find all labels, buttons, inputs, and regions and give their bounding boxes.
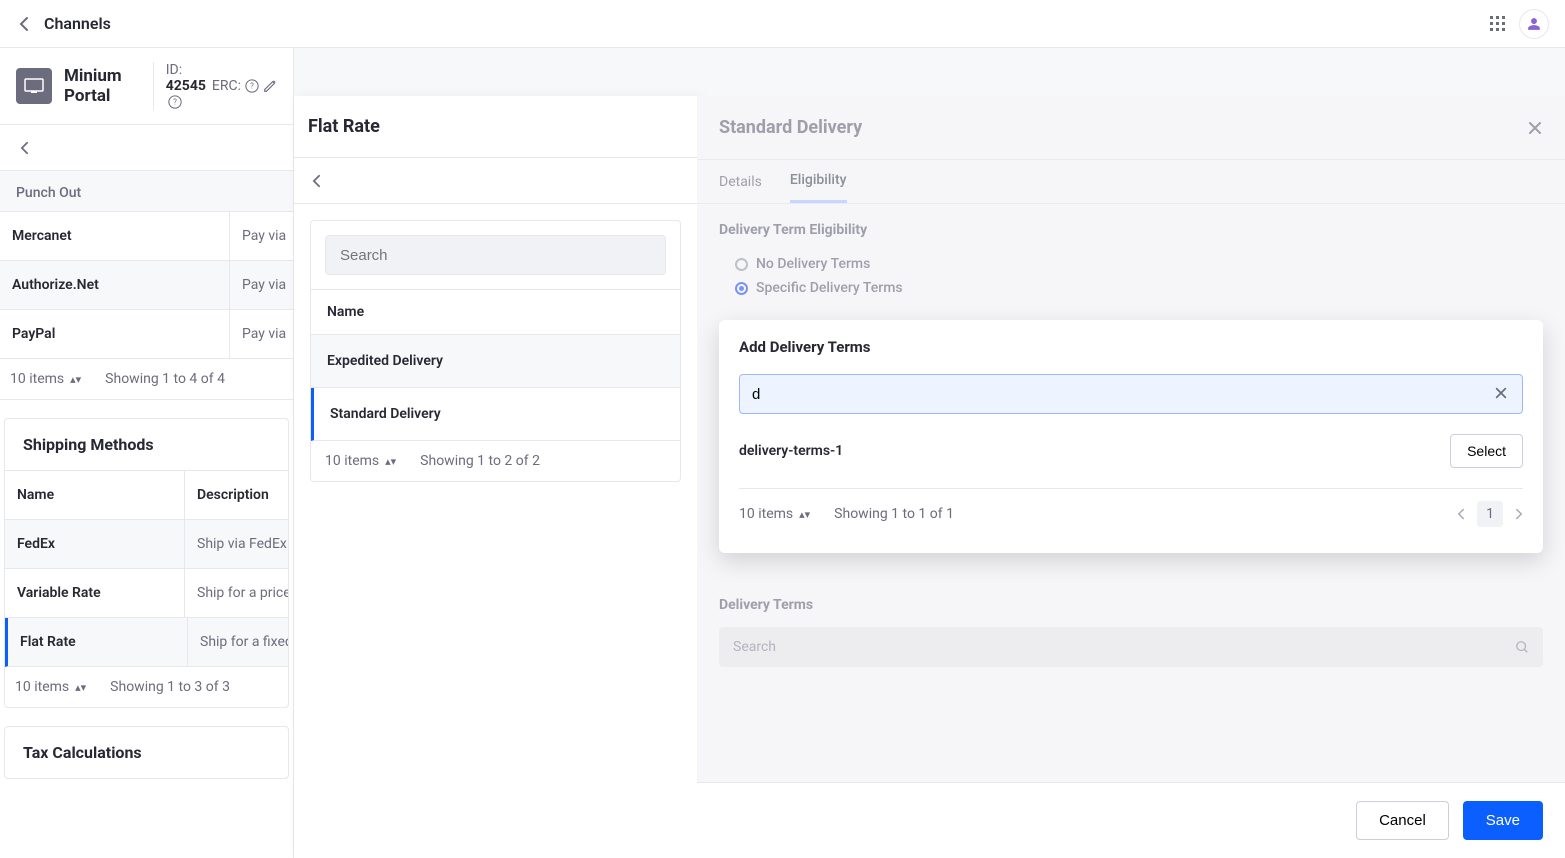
cancel-button[interactable]: Cancel <box>1356 801 1449 840</box>
items-count[interactable]: 10 items <box>10 371 64 387</box>
showing-text: Showing 1 to 1 of 1 <box>834 506 954 522</box>
clear-search-icon[interactable] <box>1494 386 1510 402</box>
id-label: ID: <box>166 62 182 78</box>
result-label: delivery-terms-1 <box>739 443 843 459</box>
delivery-terms-search-input[interactable] <box>752 386 1494 403</box>
back-chevron-icon[interactable] <box>16 16 32 32</box>
channel-icon <box>16 68 52 104</box>
panel-title: Flat Rate <box>294 96 697 158</box>
radio-icon <box>735 258 748 271</box>
popup-title: Add Delivery Terms <box>719 320 1543 374</box>
tab-eligibility[interactable]: Eligibility <box>790 160 847 203</box>
row-desc: Pay via <box>230 261 293 309</box>
showing-text: Showing 1 to 4 of 4 <box>105 371 225 387</box>
shipping-methods-title: Shipping Methods <box>5 419 288 470</box>
list-item[interactable]: Standard Delivery <box>311 388 680 441</box>
erc-help-icon[interactable]: ? <box>245 79 259 93</box>
drawer: Standard Delivery Details Eligibility De… <box>697 96 1565 858</box>
apps-grid-icon[interactable] <box>1489 15 1507 33</box>
row-name: FedEx <box>5 520 185 568</box>
select-button[interactable]: Select <box>1450 434 1523 468</box>
svg-text:?: ? <box>250 82 254 91</box>
showing-text: Showing 1 to 3 of 3 <box>110 679 230 695</box>
user-avatar[interactable] <box>1519 9 1549 39</box>
left-sidebar: Minium Portal ID: 42545 ? ERC: ? <box>0 48 294 858</box>
table-row[interactable]: FedEx Ship via FedEx c <box>5 520 288 569</box>
pencil-icon[interactable] <box>263 79 277 93</box>
panel-back-icon[interactable] <box>308 173 324 189</box>
radio-specific-terms[interactable]: Specific Delivery Terms <box>719 276 1543 300</box>
list-item[interactable]: Expedited Delivery <box>311 335 680 388</box>
table-row[interactable]: Flat Rate Ship for a fixed <box>5 618 288 667</box>
list-head-name: Name <box>311 289 680 335</box>
row-desc: Ship via FedEx c <box>185 520 288 568</box>
table-row[interactable]: Variable Rate Ship for a price <box>5 569 288 618</box>
row-name: Flat Rate <box>8 618 188 666</box>
page-title: Channels <box>44 14 111 33</box>
row-name: PayPal <box>0 310 230 358</box>
delivery-terms-title: Delivery Terms <box>719 573 1543 627</box>
tax-calculations-title: Tax Calculations <box>5 727 288 778</box>
table-row[interactable]: PayPal Pay via <box>0 310 293 359</box>
radio-icon <box>735 282 748 295</box>
col-description: Description <box>185 471 288 519</box>
sort-icon[interactable]: ▴▾ <box>385 455 396 468</box>
drawer-title: Standard Delivery <box>719 117 862 138</box>
row-desc: Ship for a price <box>185 569 288 617</box>
table-row[interactable]: Mercanet Pay via <box>0 212 293 261</box>
next-page-icon[interactable] <box>1515 508 1523 520</box>
row-desc: Pay via <box>230 310 293 358</box>
id-value: 42545 <box>166 78 206 94</box>
table-row[interactable]: Authorize.Net Pay via <box>0 261 293 310</box>
row-name: Authorize.Net <box>0 261 230 309</box>
eligibility-title: Delivery Term Eligibility <box>719 204 1543 252</box>
delivery-terms-search[interactable]: Search <box>719 627 1543 667</box>
radio-label: No Delivery Terms <box>756 256 870 272</box>
row-name: Variable Rate <box>5 569 185 617</box>
search-input[interactable] <box>325 235 666 275</box>
id-help-icon[interactable]: ? <box>168 95 182 109</box>
add-delivery-terms-popup: Add Delivery Terms delivery-terms-1 Sele… <box>719 320 1543 553</box>
items-count[interactable]: 10 items <box>15 679 69 695</box>
page-number[interactable]: 1 <box>1477 501 1503 527</box>
svg-text:?: ? <box>173 98 177 107</box>
items-count[interactable]: 10 items <box>325 453 379 469</box>
search-icon <box>1515 640 1529 654</box>
tab-details[interactable]: Details <box>719 160 762 203</box>
prev-page-icon[interactable] <box>1457 508 1465 520</box>
row-desc: Ship for a fixed <box>188 618 288 666</box>
erc-label: ERC: <box>212 78 241 94</box>
channel-name: Minium Portal <box>64 66 137 106</box>
row-desc: Pay via <box>230 212 293 260</box>
topbar: Channels <box>0 0 1565 48</box>
showing-text: Showing 1 to 2 of 2 <box>420 453 540 469</box>
radio-label: Specific Delivery Terms <box>756 280 903 296</box>
save-button[interactable]: Save <box>1463 801 1543 840</box>
sidebar-back-icon[interactable] <box>16 140 32 156</box>
row-name: Mercanet <box>0 212 230 260</box>
flat-rate-panel: Flat Rate Name Expedited Delivery Standa… <box>294 96 698 858</box>
sort-icon[interactable]: ▴▾ <box>799 508 810 521</box>
col-name: Name <box>5 471 185 519</box>
items-count[interactable]: 10 items <box>739 506 793 522</box>
radio-no-terms[interactable]: No Delivery Terms <box>719 252 1543 276</box>
punch-out-label: Punch Out <box>0 171 293 212</box>
sort-icon[interactable]: ▴▾ <box>75 681 86 694</box>
sort-icon[interactable]: ▴▾ <box>70 373 81 386</box>
search-placeholder: Search <box>733 639 776 655</box>
close-icon[interactable] <box>1527 120 1543 136</box>
